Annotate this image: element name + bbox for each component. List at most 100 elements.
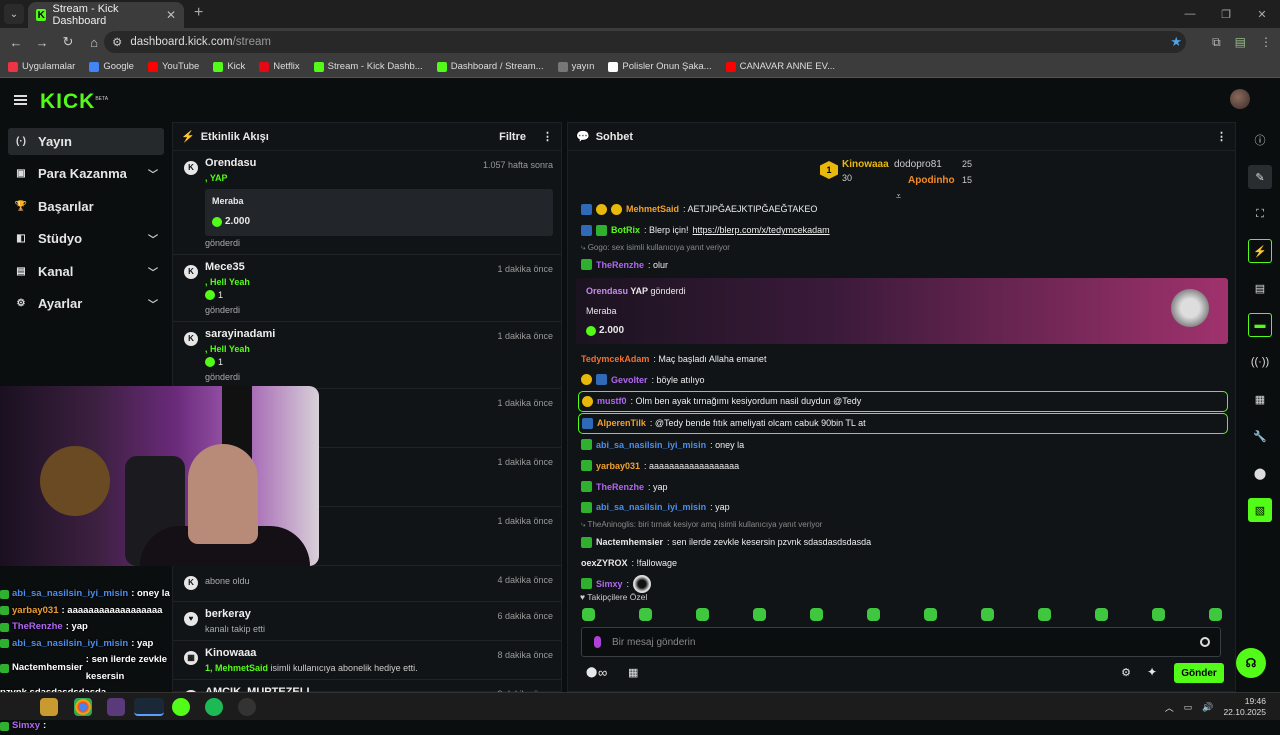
filter-button[interactable]: Filtre [499, 131, 526, 143]
tab-close-icon[interactable]: ✕ [166, 8, 176, 22]
forward-icon[interactable]: → [30, 35, 54, 50]
chat-username[interactable]: Simxy [596, 579, 623, 589]
emote-icon[interactable] [582, 608, 595, 621]
steam-icon[interactable] [134, 698, 164, 716]
emote-icon[interactable] [1152, 608, 1165, 621]
clapperboard-icon[interactable]: ▧ [1248, 498, 1272, 522]
sidebar-item-kanal[interactable]: ▤ Kanal ﹀ [8, 258, 164, 285]
emote-icon[interactable] [924, 608, 937, 621]
chrome-icon[interactable] [74, 698, 92, 716]
info-icon[interactable]: ⓘ [1248, 128, 1272, 152]
fullscreen-icon[interactable]: ⛶ [1248, 202, 1272, 226]
emote-icon[interactable] [810, 608, 823, 621]
infinity-icon[interactable]: ∞ [598, 665, 607, 680]
chat-username[interactable]: TedymcekAdam [581, 354, 649, 364]
sidebar-item-para-kazanma[interactable]: ▣ Para Kazanma ﹀ [8, 161, 164, 188]
reload-icon[interactable]: ↻ [56, 34, 80, 50]
notes-icon[interactable]: ▤ [1248, 276, 1272, 300]
bookmark-star-icon[interactable]: ★ [1170, 34, 1182, 50]
chevron-down-icon[interactable]: ﹀ [148, 166, 158, 181]
chat-options-icon[interactable]: ⋮ [1216, 130, 1227, 143]
emote-icon[interactable] [1209, 608, 1222, 621]
sidebar-item-st-dyo[interactable]: ◧ Stüdyo ﹀ [8, 226, 164, 253]
emote-icon[interactable] [753, 608, 766, 621]
bookmark-item[interactable]: CANAVAR ANNE EV... [725, 61, 835, 72]
lightning-panel-icon[interactable]: ⚡ [1248, 239, 1272, 263]
volume-icon[interactable]: 🔊 [1202, 702, 1213, 713]
kicks-panel-icon[interactable]: ⬤ [1248, 461, 1272, 485]
clock[interactable]: 19:46 22.10.2025 [1223, 696, 1266, 718]
edit-icon[interactable]: ✎ [1248, 165, 1272, 189]
chat-panel-icon[interactable]: ▬ [1248, 313, 1272, 337]
chat-username[interactable]: AlperenTilk [597, 418, 646, 428]
kick-logo[interactable]: KICKBETA [40, 90, 108, 114]
kick-taskbar-icon[interactable] [172, 698, 190, 716]
url-input[interactable]: ⚙ dashboard.kick.com/stream ★ [104, 31, 1186, 53]
chat-link[interactable]: https://blerp.com/x/tedymcekadam [693, 225, 830, 235]
minimize-icon[interactable]: — [1172, 0, 1208, 28]
broadcast-icon[interactable]: ((·)) [1248, 350, 1272, 374]
chat-username[interactable]: abi_sa_nasilsin_iyi_misin [596, 440, 706, 450]
chat-username[interactable]: oexZYROX [581, 558, 628, 568]
home-icon[interactable]: ⌂ [82, 35, 106, 50]
event-options-icon[interactable]: ⋮ [542, 130, 553, 143]
profile-icon[interactable]: ▤ [1235, 35, 1246, 49]
wrench-icon[interactable]: 🔧 [1248, 424, 1272, 448]
emote-icon[interactable] [696, 608, 709, 621]
bookmark-item[interactable]: Dashboard / Stream... [436, 61, 544, 72]
bookmark-item[interactable]: Netflix [259, 61, 300, 72]
chat-username[interactable]: BotRix [611, 225, 640, 235]
gift-icon[interactable]: ▦ [628, 666, 638, 679]
bookmark-item[interactable]: Google [89, 61, 134, 72]
emoji-picker-icon[interactable] [1200, 637, 1210, 647]
user-avatar[interactable] [1230, 89, 1250, 109]
chat-message-input[interactable]: Bir mesaj gönderin [581, 627, 1221, 657]
tray-arrow-icon[interactable]: ︿ [1165, 701, 1174, 714]
microphone-icon[interactable] [594, 636, 601, 648]
new-tab-button[interactable]: + [194, 4, 203, 22]
emote-icon[interactable] [981, 608, 994, 621]
back-icon[interactable]: ← [4, 35, 28, 50]
chat-username[interactable]: Nactemhemsier [596, 537, 663, 547]
sidebar-item-ba-ar-lar[interactable]: 🏆 Başarılar [8, 193, 164, 220]
kicks-sender[interactable]: Orendasu [586, 286, 628, 296]
chevron-down-icon[interactable]: ﹀ [148, 231, 158, 246]
tab-search-button[interactable]: ⌄ [4, 4, 24, 24]
send-button[interactable]: Gönder [1174, 663, 1224, 683]
chat-username[interactable]: abi_sa_nasilsin_iyi_misin [596, 502, 706, 512]
menu-icon[interactable] [14, 95, 27, 105]
printer-icon[interactable]: ▦ [1248, 387, 1272, 411]
browser-tab[interactable]: K Stream - Kick Dashboard ✕ [28, 2, 184, 28]
chevron-down-icon[interactable]: ﹀ [148, 296, 158, 311]
site-info-icon[interactable]: ⚙ [112, 35, 122, 49]
kicks-icon[interactable]: ⬤ [586, 667, 597, 678]
bookmark-item[interactable]: yayın [557, 61, 594, 72]
sidebar-item-yay-n[interactable]: (·) Yayın [8, 128, 164, 155]
emote-icon[interactable] [1038, 608, 1051, 621]
obs-icon[interactable] [107, 698, 125, 716]
network-icon[interactable]: ▭ [1184, 702, 1193, 713]
bookmark-item[interactable]: Uygulamalar [8, 61, 75, 72]
bookmark-item[interactable]: Kick [213, 61, 245, 72]
chat-username[interactable]: Gevolter [611, 375, 648, 385]
emote-icon[interactable] [639, 608, 652, 621]
chat-username[interactable]: TheRenzhe [596, 482, 644, 492]
bookmark-item[interactable]: YouTube [147, 61, 199, 72]
extensions-icon[interactable]: ⧉ [1212, 35, 1221, 50]
emote-icon[interactable] [867, 608, 880, 621]
spotify-icon[interactable] [205, 698, 223, 716]
mod-tools-icon[interactable]: ✦ [1147, 665, 1157, 679]
chat-settings-icon[interactable]: ⚙ [1121, 666, 1131, 679]
support-headset-button[interactable]: ☊ [1236, 648, 1266, 678]
close-window-icon[interactable]: ✕ [1244, 0, 1280, 28]
bookmark-item[interactable]: Polisler Onun Şaka... [608, 61, 712, 72]
restore-icon[interactable]: ❐ [1208, 0, 1244, 28]
chat-username[interactable]: TheRenzhe [596, 260, 644, 270]
sidebar-item-ayarlar[interactable]: ⚙ Ayarlar ﹀ [8, 291, 164, 318]
file-explorer-icon[interactable] [40, 698, 58, 716]
bookmark-item[interactable]: Stream - Kick Dashb... [313, 61, 423, 72]
chat-username[interactable]: mustf0 [597, 396, 627, 406]
emote-icon[interactable] [1095, 608, 1108, 621]
browser-menu-icon[interactable]: ⋮ [1260, 35, 1272, 49]
chevron-down-icon[interactable]: ﹀ [148, 264, 158, 279]
